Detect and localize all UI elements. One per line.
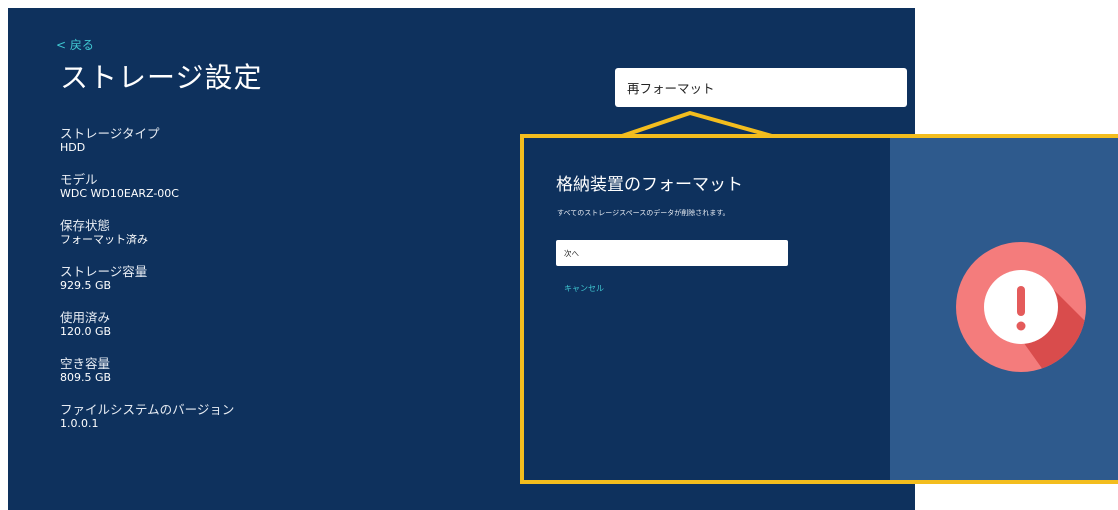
dialog-title: 格納装置のフォーマット: [556, 175, 743, 195]
info-label: 空き容量: [60, 356, 111, 371]
reformat-button[interactable]: 再フォーマット: [615, 68, 907, 107]
info-label: 保存状態: [60, 218, 111, 233]
warning-exclamation-icon: [956, 242, 1086, 372]
info-value: 929.5 GB: [60, 279, 112, 292]
dialog-icon-panel: [890, 138, 1118, 480]
page-title: ストレージ設定: [60, 61, 263, 94]
info-item-used: 使用済み 120.0 GB: [60, 310, 360, 356]
info-label: ストレージ容量: [60, 264, 148, 279]
back-link[interactable]: < 戻る: [56, 36, 94, 53]
info-item-capacity: ストレージ容量 929.5 GB: [60, 264, 360, 310]
format-dialog: 格納装置のフォーマット すべてのストレージスペースのデータが削除されます。 次へ…: [520, 134, 1118, 484]
info-item-model: モデル WDC WD10EARZ-00C: [60, 172, 360, 218]
info-item-free: 空き容量 809.5 GB: [60, 356, 360, 402]
info-label: モデル: [60, 172, 98, 187]
info-label: 使用済み: [60, 310, 111, 325]
storage-info-list: ストレージタイプ HDD モデル WDC WD10EARZ-00C 保存状態 フ…: [60, 126, 360, 448]
info-label: ファイルシステムのバージョン: [60, 402, 235, 417]
next-button[interactable]: 次へ: [556, 240, 788, 266]
info-value: 120.0 GB: [60, 325, 112, 338]
dialog-description: すべてのストレージスペースのデータが削除されます。: [557, 209, 730, 217]
info-label: ストレージタイプ: [60, 126, 160, 141]
info-item-fs-version: ファイルシステムのバージョン 1.0.0.1: [60, 402, 360, 448]
info-value: HDD: [60, 141, 86, 154]
info-item-storage-type: ストレージタイプ HDD: [60, 126, 360, 172]
info-value: 809.5 GB: [60, 371, 112, 384]
info-value: WDC WD10EARZ-00C: [60, 187, 179, 200]
info-item-status: 保存状態 フォーマット済み: [60, 218, 360, 264]
info-value: 1.0.0.1: [60, 417, 99, 430]
info-value: フォーマット済み: [60, 233, 148, 246]
cancel-button[interactable]: キャンセル: [564, 283, 604, 294]
